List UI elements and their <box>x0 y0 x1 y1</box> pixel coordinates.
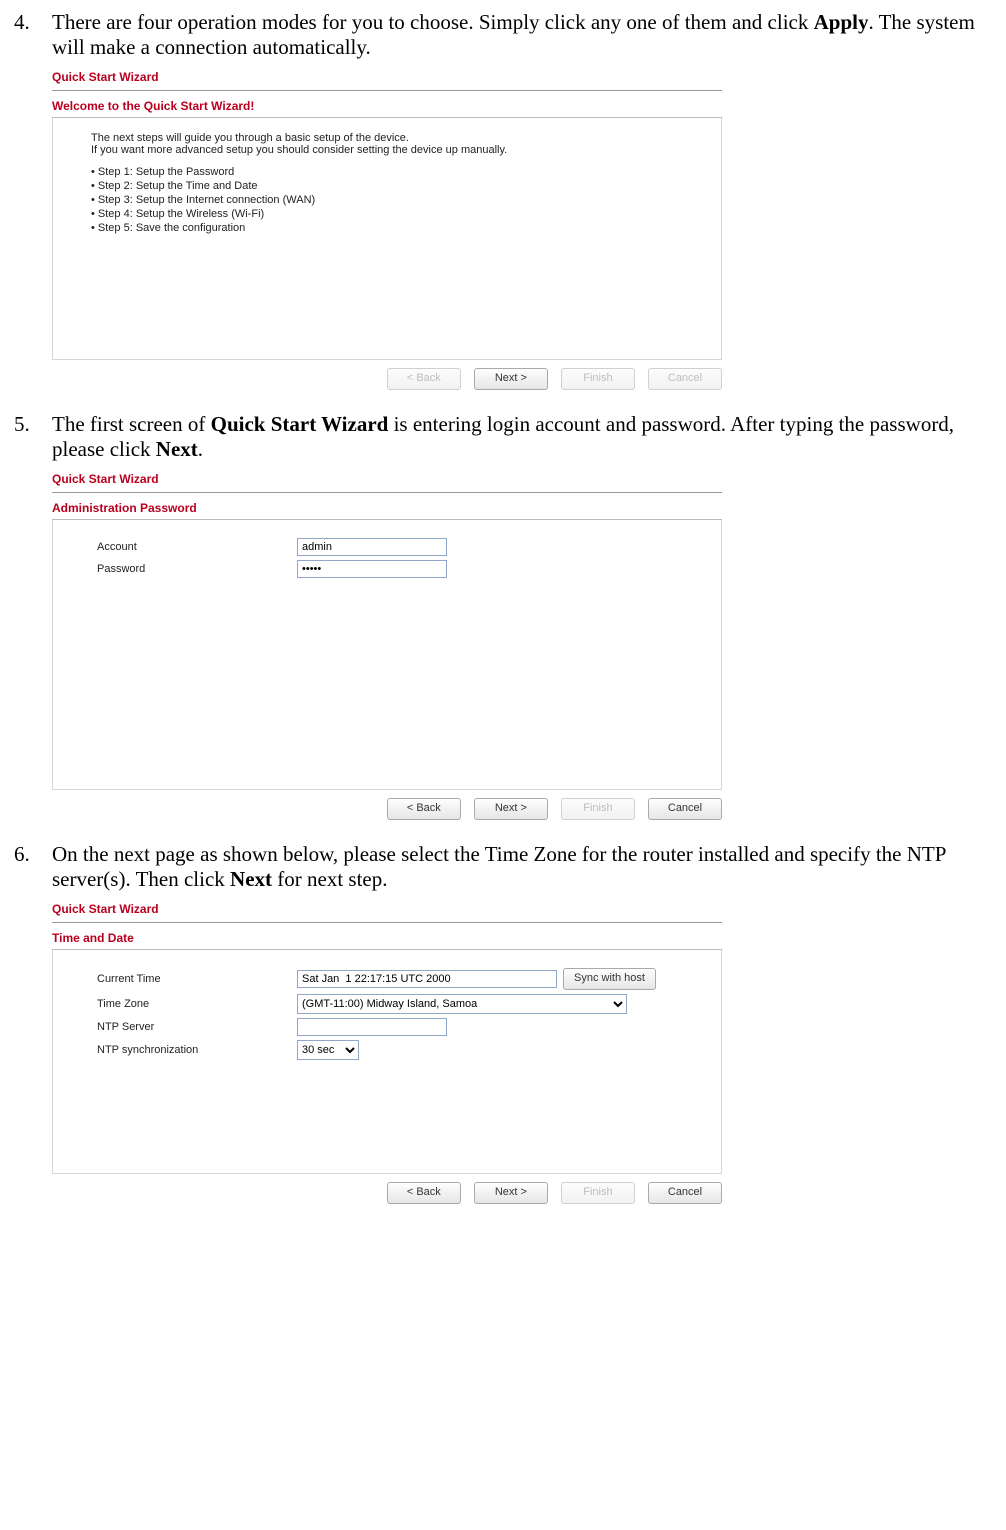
text: . <box>198 437 203 461</box>
step-item: • Step 2: Setup the Time and Date <box>91 180 703 192</box>
divider <box>52 492 722 493</box>
wizard-panel: Current Time Sync with host Time Zone (G… <box>52 950 722 1174</box>
step-number: 6. <box>8 842 52 867</box>
ntp-server-row: NTP Server <box>97 1018 703 1036</box>
password-row: Password <box>97 560 703 578</box>
wizard-title: Quick Start Wizard <box>52 468 722 490</box>
ntp-sync-row: NTP synchronization 30 sec <box>97 1040 703 1060</box>
current-time-row: Current Time Sync with host <box>97 968 703 990</box>
screenshot-password: Quick Start Wizard Administration Passwo… <box>52 468 722 820</box>
step-text: On the next page as shown below, please … <box>52 842 998 892</box>
finish-button: Finish <box>561 1182 635 1204</box>
cancel-button: Cancel <box>648 368 722 390</box>
ntp-sync-select[interactable]: 30 sec <box>297 1040 359 1060</box>
wizard-panel: The next steps will guide you through a … <box>52 118 722 360</box>
next-button[interactable]: Next > <box>474 798 548 820</box>
button-row: < Back Next > Finish Cancel <box>52 360 722 390</box>
intro-line: The next steps will guide you through a … <box>91 132 703 144</box>
screenshot-timedate: Quick Start Wizard Time and Date Current… <box>52 898 722 1204</box>
sync-with-host-button[interactable]: Sync with host <box>563 968 656 990</box>
timezone-label: Time Zone <box>97 998 297 1010</box>
screenshot-welcome: Quick Start Wizard Welcome to the Quick … <box>52 66 722 390</box>
finish-button: Finish <box>561 368 635 390</box>
password-input[interactable] <box>297 560 447 578</box>
wizard-title: Quick Start Wizard <box>52 898 722 920</box>
step-number: 4. <box>8 10 52 35</box>
ntp-server-label: NTP Server <box>97 1021 297 1033</box>
wizard-subtitle: Administration Password <box>52 499 722 519</box>
step-number: 5. <box>8 412 52 437</box>
divider <box>52 922 722 923</box>
step-4: 4. There are four operation modes for yo… <box>8 10 998 60</box>
bold: Quick Start Wizard <box>211 412 389 436</box>
button-row: < Back Next > Finish Cancel <box>52 1174 722 1204</box>
button-row: < Back Next > Finish Cancel <box>52 790 722 820</box>
step-text: There are four operation modes for you t… <box>52 10 998 60</box>
next-button[interactable]: Next > <box>474 1182 548 1204</box>
back-button[interactable]: < Back <box>387 1182 461 1204</box>
wizard-title: Quick Start Wizard <box>52 66 722 88</box>
bold: Next <box>230 867 272 891</box>
text: The first screen of <box>52 412 211 436</box>
ntp-sync-label: NTP synchronization <box>97 1044 297 1056</box>
text: There are four operation modes for you t… <box>52 10 814 34</box>
step-item: • Step 3: Setup the Internet connection … <box>91 194 703 206</box>
text: On the next page as shown below, please … <box>52 842 946 891</box>
cancel-button[interactable]: Cancel <box>648 798 722 820</box>
step-6: 6. On the next page as shown below, plea… <box>8 842 998 892</box>
cancel-button[interactable]: Cancel <box>648 1182 722 1204</box>
wizard-subtitle: Welcome to the Quick Start Wizard! <box>52 97 722 117</box>
steps-list: • Step 1: Setup the Password • Step 2: S… <box>91 166 703 234</box>
back-button[interactable]: < Back <box>387 798 461 820</box>
step-item: • Step 1: Setup the Password <box>91 166 703 178</box>
timezone-select[interactable]: (GMT-11:00) Midway Island, Samoa <box>297 994 627 1014</box>
text: for next step. <box>272 867 387 891</box>
account-label: Account <box>97 541 297 553</box>
divider <box>52 90 722 91</box>
next-button[interactable]: Next > <box>474 368 548 390</box>
intro-line: If you want more advanced setup you shou… <box>91 144 703 156</box>
timezone-row: Time Zone (GMT-11:00) Midway Island, Sam… <box>97 994 703 1014</box>
current-time-label: Current Time <box>97 973 297 985</box>
step-5: 5. The first screen of Quick Start Wizar… <box>8 412 998 462</box>
account-row: Account <box>97 538 703 556</box>
account-input[interactable] <box>297 538 447 556</box>
back-button: < Back <box>387 368 461 390</box>
current-time-input[interactable] <box>297 970 557 988</box>
bold: Apply <box>814 10 869 34</box>
step-item: • Step 4: Setup the Wireless (Wi-Fi) <box>91 208 703 220</box>
wizard-subtitle: Time and Date <box>52 929 722 949</box>
finish-button: Finish <box>561 798 635 820</box>
password-label: Password <box>97 563 297 575</box>
step-item: • Step 5: Save the configuration <box>91 222 703 234</box>
step-text: The first screen of Quick Start Wizard i… <box>52 412 998 462</box>
bold: Next <box>156 437 198 461</box>
wizard-panel: Account Password <box>52 520 722 790</box>
ntp-server-input[interactable] <box>297 1018 447 1036</box>
